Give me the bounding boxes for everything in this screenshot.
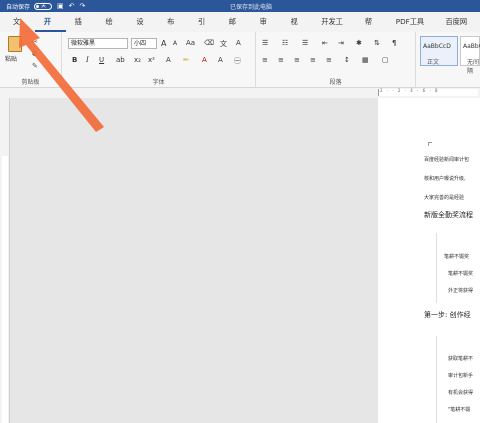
- char-shading-icon[interactable]: A: [218, 56, 223, 64]
- tab-layout[interactable]: 布局: [158, 12, 189, 46]
- format-painter-icon[interactable]: ✎: [32, 62, 38, 70]
- toggle-state: 关: [41, 2, 47, 9]
- increase-indent-icon[interactable]: ⇥: [338, 39, 344, 47]
- align-left-icon[interactable]: ≡: [262, 56, 268, 64]
- show-marks-icon[interactable]: ¶: [392, 39, 396, 47]
- subscript-icon[interactable]: x₂: [134, 56, 141, 64]
- tab-view[interactable]: 视图: [281, 12, 312, 46]
- font-group-label: 字体: [152, 79, 165, 86]
- distributed-icon[interactable]: ≡: [326, 56, 332, 64]
- style-sample: AaBbCcD: [463, 43, 480, 50]
- bold-button[interactable]: B: [72, 56, 77, 64]
- document-title: 已保存到此电脑: [230, 4, 273, 11]
- paste-button-label[interactable]: 粘贴: [5, 54, 17, 63]
- tab-help[interactable]: 帮助: [356, 12, 387, 46]
- change-case-button[interactable]: Aa: [186, 39, 195, 47]
- doc-line: 大家完善的是经验: [424, 195, 465, 201]
- shrink-font-button[interactable]: A: [173, 40, 177, 47]
- doc-heading: 第一步: 创作经: [424, 311, 471, 319]
- doc-line: "笔耕不辍: [448, 407, 471, 413]
- ruler-active-area: [2, 156, 8, 423]
- shading-icon[interactable]: ▦: [362, 56, 369, 64]
- borders-icon[interactable]: ▢: [382, 56, 389, 64]
- horizontal-ruler[interactable]: 2 · · 2 · 4 · 6 · 8: [0, 88, 480, 98]
- align-center-icon[interactable]: ≡: [278, 56, 284, 64]
- style-name: 正文: [427, 59, 440, 66]
- style-name: 无间隔: [467, 59, 480, 75]
- document-page[interactable]: 百度经验新闻审计包 核和用户曝说升级, 大家完善的是经验 新版全勤奖流程 笔耕不…: [378, 98, 480, 423]
- grow-font-button[interactable]: A: [161, 39, 166, 48]
- tab-baidu-netdisk[interactable]: 百度网盘: [436, 12, 480, 46]
- align-right-icon[interactable]: ≡: [294, 56, 300, 64]
- superscript-icon[interactable]: x²: [148, 56, 155, 64]
- tab-review[interactable]: 审阅: [251, 12, 282, 46]
- char-border-icon[interactable]: A: [236, 39, 241, 47]
- style-no-spacing[interactable]: AaBbCcD 无间隔: [460, 36, 480, 75]
- save-icon[interactable]: ▣: [57, 2, 64, 10]
- clipboard-group: 粘贴 ✂ ⧉ ✎ 剪贴板: [0, 32, 62, 88]
- tab-design[interactable]: 设计: [127, 12, 158, 46]
- sort-icon[interactable]: ⇅: [374, 39, 380, 47]
- enclose-char-icon[interactable]: ㊀: [234, 56, 241, 66]
- strikethrough-icon[interactable]: ab: [116, 56, 125, 64]
- autosave-label: 自动保存: [6, 3, 31, 11]
- underline-button[interactable]: U: [99, 56, 104, 64]
- undo-icon[interactable]: ↶: [69, 2, 75, 10]
- ribbon: 粘贴 ✂ ⧉ ✎ 剪贴板 字体 微软雅黑 小四 A A Aa ⌫ 文 A B I…: [0, 32, 480, 88]
- chinese-layout-icon[interactable]: ✱: [356, 39, 362, 47]
- numbering-icon[interactable]: ☷: [282, 39, 288, 47]
- style-sample: AaBbCcD: [423, 43, 451, 50]
- margin-corner-mark: [428, 142, 432, 146]
- tab-file[interactable]: 文件: [4, 12, 35, 46]
- paragraph-group-label: 段落: [329, 79, 342, 86]
- tab-draw[interactable]: 绘图: [96, 12, 127, 46]
- style-normal[interactable]: AaBbCcD 正文: [420, 36, 458, 66]
- doc-line: 审计包新手: [448, 373, 474, 379]
- autosave-toggle[interactable]: 关: [34, 2, 53, 10]
- ribbon-tabs: 文件 开始 插入 绘图 设计 布局 引用 邮件 审阅 视图 开发工具 帮助 PD…: [0, 12, 480, 46]
- toggle-knob: [36, 4, 40, 8]
- font-name-select[interactable]: 微软雅黑: [68, 38, 128, 49]
- tab-insert[interactable]: 插入: [66, 12, 97, 46]
- doc-heading: 新版全勤奖流程: [424, 211, 473, 219]
- ruler-ticks: 2 · · 2 · 4 · 6 · 8: [380, 88, 440, 93]
- decrease-indent-icon[interactable]: ⇤: [322, 39, 328, 47]
- copy-icon[interactable]: ⧉: [32, 50, 37, 59]
- doc-line: 外正将获得: [448, 288, 474, 294]
- multilevel-list-icon[interactable]: ☰: [302, 39, 308, 47]
- phonetic-icon[interactable]: 文: [220, 39, 227, 49]
- doc-line: 笔耕不辍奖: [444, 254, 470, 260]
- doc-line: 核和用户曝说升级,: [424, 176, 466, 182]
- tab-references[interactable]: 引用: [189, 12, 220, 46]
- justify-icon[interactable]: ≡: [310, 56, 316, 64]
- font-size-select[interactable]: 小四: [131, 38, 157, 49]
- tab-home[interactable]: 开始: [34, 12, 66, 46]
- clear-format-icon[interactable]: ⌫: [204, 39, 214, 47]
- title-bar: 自动保存 关 ▣ ↶ ↷ 已保存到此电脑: [0, 0, 480, 12]
- cut-icon[interactable]: ✂: [32, 38, 38, 46]
- paste-icon[interactable]: [8, 36, 22, 52]
- text-effects-icon[interactable]: A: [166, 56, 171, 64]
- tab-mailings[interactable]: 邮件: [220, 12, 251, 46]
- doc-line: 笔耕不辍奖: [448, 271, 474, 277]
- bullets-icon[interactable]: ☰: [262, 39, 268, 47]
- redo-icon[interactable]: ↷: [80, 2, 86, 10]
- line-spacing-icon[interactable]: ↕: [344, 56, 350, 64]
- highlight-icon[interactable]: ✏: [183, 56, 189, 64]
- doc-line: 获取笔耕不: [448, 356, 474, 362]
- tab-developer[interactable]: 开发工具: [312, 12, 356, 46]
- clipboard-group-label: 剪贴板: [21, 79, 40, 86]
- font-color-icon[interactable]: A: [202, 56, 207, 64]
- italic-button[interactable]: I: [86, 56, 89, 64]
- doc-line: 有机会获得: [448, 390, 474, 396]
- tab-pdf-tools[interactable]: PDF工具集: [387, 12, 437, 46]
- doc-line: 百度经验新闻审计包: [424, 157, 470, 163]
- vertical-ruler[interactable]: [0, 98, 10, 423]
